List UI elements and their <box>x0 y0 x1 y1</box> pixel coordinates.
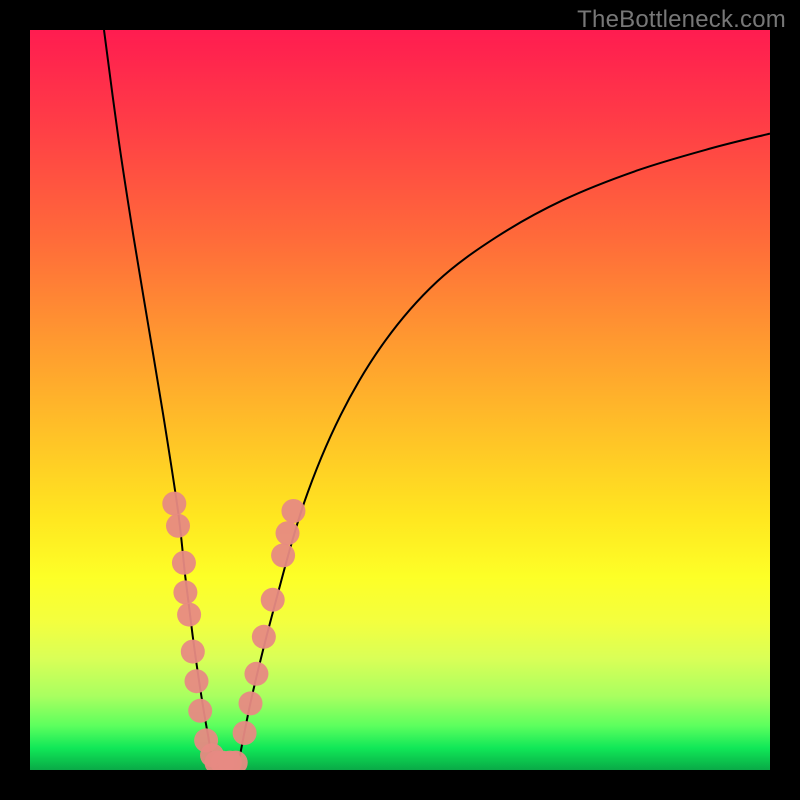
marker-dot <box>261 588 285 612</box>
marker-dot <box>271 543 295 567</box>
marker-dot <box>239 691 263 715</box>
chart-stage: TheBottleneck.com <box>0 0 800 800</box>
marker-dot <box>252 625 276 649</box>
marker-dot <box>244 662 268 686</box>
v-curve-path <box>104 30 770 770</box>
marker-dot <box>172 551 196 575</box>
marker-dot <box>276 521 300 545</box>
bottleneck-curve <box>104 30 770 770</box>
marker-dot <box>177 603 201 627</box>
marker-dot <box>173 580 197 604</box>
marker-dot <box>181 640 205 664</box>
marker-dot <box>162 492 186 516</box>
marker-dot <box>188 699 212 723</box>
marker-dot <box>166 514 190 538</box>
chart-svg <box>30 30 770 770</box>
watermark-text: TheBottleneck.com <box>577 6 786 34</box>
marker-dot <box>281 499 305 523</box>
marker-dots <box>162 492 305 770</box>
marker-dot <box>233 721 257 745</box>
marker-dot <box>185 669 209 693</box>
